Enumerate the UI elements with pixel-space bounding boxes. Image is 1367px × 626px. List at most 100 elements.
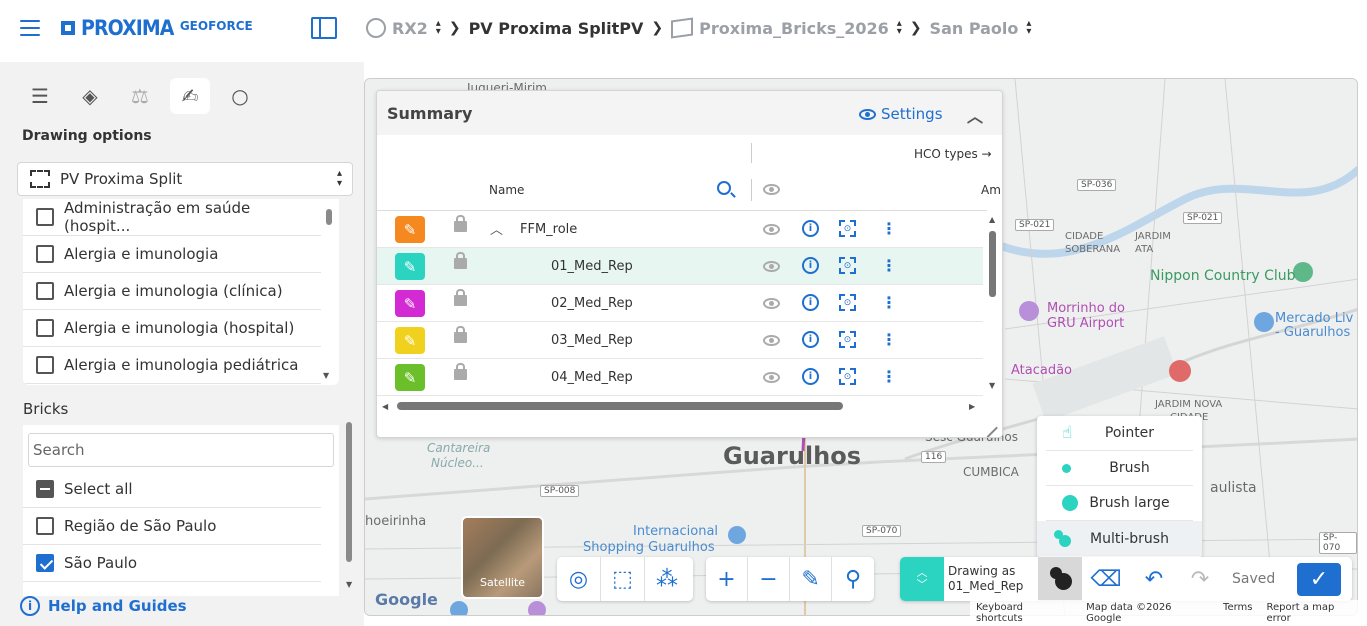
specialty-row[interactable]: Alergia e imunologia [23,236,321,273]
brick-row[interactable]: São Paulo [23,545,321,582]
pencil-icon[interactable]: ✎ [395,216,425,243]
scroll-down-icon[interactable]: ▼ [323,371,359,380]
scroll-right-icon[interactable]: ▶ [969,402,975,411]
eye-icon[interactable] [763,298,780,309]
keyboard-shortcuts-link[interactable]: Keyboard shortcuts [976,602,1072,624]
zoom-out-icon[interactable]: − [748,557,791,601]
info-icon[interactable]: i [802,294,819,311]
brush-tool-icon[interactable]: ✍ [170,78,210,114]
focus-icon[interactable]: ⊙ [839,368,856,385]
brush-option-multi[interactable]: Multi-brush [1037,521,1202,556]
lightbulb-icon[interactable]: ○ [220,78,260,114]
summary-row[interactable]: ✎ 02_Med_Rep i ⊙ ⋮ [377,285,983,322]
scroll-up-icon[interactable]: ▲ [989,215,995,224]
scroll-down-icon[interactable]: ▼ [346,580,359,589]
search-icon[interactable]: ⚲ [832,557,874,601]
summary-row[interactable]: ✎ 03_Med_Rep i ⊙ ⋮ [377,322,983,359]
brick-checkbox[interactable] [36,554,54,572]
settings-button[interactable]: Settings [859,105,943,123]
resize-handle-icon[interactable] [978,418,998,437]
pencil-icon[interactable]: ✎ [395,364,425,391]
info-icon[interactable]: i [802,257,819,274]
more-vertical-icon[interactable]: ⋮ [881,293,897,312]
chevron-updown-icon[interactable]: ▴ ▾ [1026,19,1031,37]
info-icon[interactable]: i [802,368,819,385]
focus-icon[interactable]: ⊙ [839,257,856,274]
eye-icon[interactable] [763,335,780,346]
bricks-search-input[interactable]: Search [28,433,334,467]
lock-icon[interactable] [454,215,467,232]
lock-icon[interactable] [454,289,467,306]
confirm-button[interactable]: ✓ [1297,563,1341,596]
info-icon[interactable]: i [802,331,819,348]
specialty-row[interactable]: Administração em saúde (hospit... [23,199,321,236]
brick-checkbox[interactable] [36,517,54,535]
lock-icon[interactable] [454,363,467,380]
filters-icon[interactable]: ☰ [20,78,60,114]
brush-option-brush[interactable]: Brush [1046,451,1193,486]
pencil-icon[interactable]: ✎ [395,290,425,317]
more-vertical-icon[interactable]: ⋮ [881,219,897,238]
user-focus-icon[interactable]: ◎ [557,557,601,601]
layer-select[interactable]: PV Proxima Split ▴ ▾ [17,162,353,196]
summary-row[interactable]: ✎ 04_Med_Rep i ⊙ ⋮ [377,359,983,396]
focus-icon[interactable]: ⊙ [839,294,856,311]
focus-icon[interactable]: ⊙ [839,331,856,348]
lock-icon[interactable] [454,252,467,269]
select-region-icon[interactable]: ⬚ [601,557,645,601]
search-icon[interactable] [717,181,731,195]
brick-row[interactable]: Região de São Paulo [23,508,321,545]
specialty-checkbox[interactable] [36,356,54,374]
scroll-left-icon[interactable]: ◀ [382,402,388,411]
report-error-link[interactable]: Report a map error [1266,602,1361,624]
undo-icon[interactable]: ↶ [1132,557,1176,601]
focus-icon[interactable]: ⊙ [839,220,856,237]
info-icon[interactable]: i [802,220,819,237]
scroll-down-icon[interactable]: ▼ [989,381,995,390]
eye-icon[interactable] [763,224,780,235]
breadcrumb-bricks[interactable]: Proxima_Bricks_2026 [699,19,889,38]
summary-row[interactable]: ✎ ︿ FFM_role i ⊙ ⋮ [377,211,983,248]
select-all-checkbox[interactable] [36,480,54,498]
chevron-up-icon[interactable]: ︿ [490,219,503,238]
breadcrumb-rx2[interactable]: RX2 [392,19,428,38]
pencil-icon[interactable]: ✎ [395,327,425,354]
summary-vscrollbar[interactable] [989,231,996,297]
specialty-checkbox[interactable] [36,208,54,226]
chevron-updown-icon[interactable]: ▴ ▾ [897,19,902,37]
ruler-icon[interactable]: ✎ [790,557,833,601]
brush-option-pointer[interactable]: ☝ Pointer [1046,416,1193,451]
help-link[interactable]: i Help and Guides [20,596,187,616]
balance-icon[interactable]: ⚖ [120,78,160,114]
more-vertical-icon[interactable]: ⋮ [881,367,897,386]
more-vertical-icon[interactable]: ⋮ [881,256,897,275]
eye-icon[interactable] [763,184,780,195]
select-all-row[interactable]: Select all [23,471,321,508]
specialty-checkbox[interactable] [36,282,54,300]
terms-link[interactable]: Terms [1223,602,1252,614]
specialty-scrollbar[interactable] [326,209,332,225]
summary-hscrollbar[interactable] [397,402,843,410]
specialty-checkbox[interactable] [36,245,54,263]
specialty-row[interactable]: Alergia e imunologia (clínica) [23,273,321,310]
pencil-icon[interactable]: ✎ [395,253,425,280]
menu-icon[interactable] [20,20,40,36]
eraser-icon[interactable]: ⌫ [1084,557,1128,601]
zoom-in-icon[interactable]: + [706,557,749,601]
eye-icon[interactable] [763,372,780,383]
cluster-icon[interactable]: ⁂ [645,557,689,601]
brush-option-large[interactable]: Brush large [1046,486,1193,521]
eye-icon[interactable] [763,261,780,272]
layers-icon[interactable]: ◈ [70,78,110,114]
specialty-checkbox[interactable] [36,319,54,337]
breadcrumb-project[interactable]: PV Proxima SplitPV [469,19,644,38]
summary-row[interactable]: ✎ 01_Med_Rep i ⊙ ⋮ [377,248,983,285]
layer-cycle-button[interactable]: ︿ ﹀ [900,557,944,601]
hco-types-link[interactable]: HCO types → [914,147,992,161]
panel-scrollbar[interactable] [346,422,352,562]
more-vertical-icon[interactable]: ⋮ [881,330,897,349]
specialty-row[interactable]: Alergia e imunologia pediátrica [23,347,321,384]
breadcrumb-region[interactable]: San Paolo [930,19,1019,38]
logo[interactable]: PROXIMA GEOFORCE [61,16,253,40]
specialty-row[interactable]: Alergia e imunologia (hospital) [23,310,321,347]
